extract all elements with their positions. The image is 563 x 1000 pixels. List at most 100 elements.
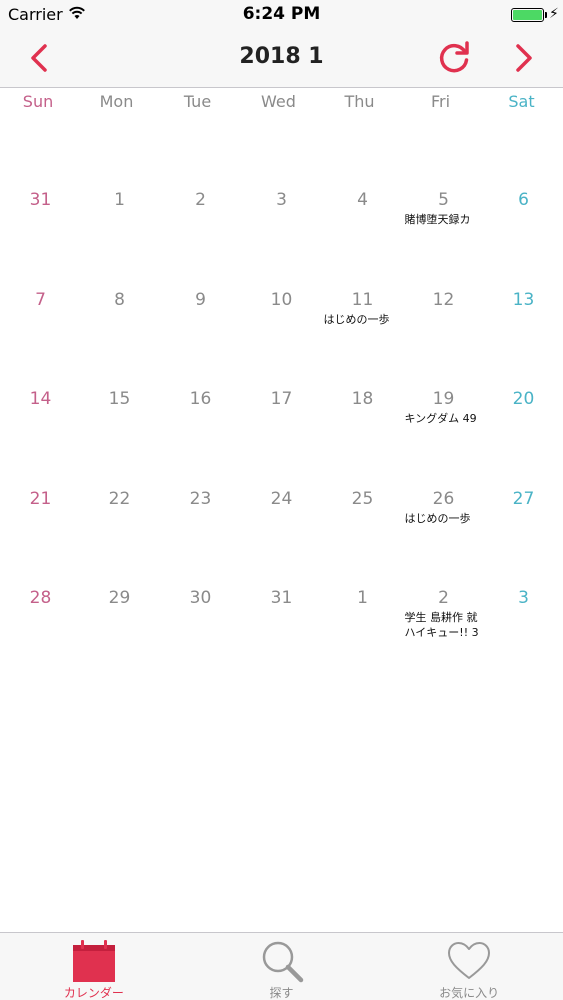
calendar-day[interactable]: 14 [0,387,81,411]
day-number: 26 [432,488,455,509]
calendar-day[interactable]: 16 [160,387,241,411]
day-number: 20 [512,389,535,409]
calendar-day[interactable]: 8 [79,288,160,312]
day-number: 15 [108,389,131,409]
day-number: 27 [512,488,535,509]
day-number: 31 [29,190,52,210]
release-event[interactable]: はじめの一歩 [324,312,402,327]
calendar-day[interactable]: 5 賭博堕天録カ [403,188,484,227]
day-number: 1 [357,588,368,608]
calendar-day[interactable]: 18 [322,387,403,411]
weekday-fri: Fri [430,92,451,111]
day-number: 6 [518,190,529,210]
weekday-sat: Sat [508,92,535,111]
calendar-day[interactable]: 3 [483,586,563,610]
calendar-week: 7 8 9 10 11 はじめの一歩 12 13 [0,288,563,388]
calendar-day[interactable]: 30 [160,586,241,610]
tab-bar: カレンダー 探す お気に入り [0,932,563,1000]
calendar-day[interactable]: 3 [241,188,322,212]
calendar-day[interactable]: 2 [160,188,241,212]
calendar-day[interactable]: 28 [0,586,81,610]
calendar-grid: 31 1 2 3 4 5 賭博堕天録カ 6 7 8 9 10 11 はじめの一歩 12 13 14 15 16 17 1… [0,188,563,686]
calendar-day[interactable]: 6 [483,188,563,212]
calendar-day[interactable]: 1 [79,188,160,212]
status-time: 6:24 PM [242,4,321,24]
tab-favorites-label: お気に入り [439,986,500,1000]
tab-search-label: 探す [269,986,294,1000]
calendar-day[interactable]: 23 [160,487,241,511]
calendar-day[interactable]: 1 [322,586,403,610]
day-number: 12 [432,289,455,310]
day-number: 16 [189,389,212,409]
day-number: 3 [518,588,529,608]
calendar-week: 28 29 30 31 1 2 学生 島耕作 就ハイキュー!! 3 3 [0,586,563,686]
calendar-day[interactable]: 9 [160,288,241,312]
calendar-icon [72,940,115,982]
day-number: 18 [351,389,374,409]
calendar-day[interactable]: 29 [79,586,160,610]
search-icon [262,941,303,983]
calendar-day[interactable]: 20 [483,387,563,411]
calendar-day[interactable]: 24 [241,487,322,511]
day-number: 31 [270,588,293,608]
weekday-tue: Tue [183,92,212,111]
weekday-mon: Mon [99,92,134,111]
calendar-day[interactable]: 21 [0,487,81,511]
calendar-week: 21 22 23 24 25 26 はじめの一歩 27 [0,487,563,587]
day-number: 1 [114,190,125,210]
release-event[interactable]: はじめの一歩 [405,511,483,526]
calendar-day[interactable]: 31 [241,586,322,610]
calendar-day[interactable]: 11 はじめの一歩 [322,288,403,327]
release-event[interactable]: 学生 島耕作 就 [405,610,483,625]
day-number: 10 [270,289,293,310]
refresh-button[interactable] [434,38,474,78]
day-number: 8 [114,289,125,310]
day-number: 2 [195,190,206,210]
calendar-day[interactable]: 7 [0,288,81,312]
day-number: 24 [270,488,293,509]
calendar-day[interactable]: 10 [241,288,322,312]
weekday-sun: Sun [22,92,54,111]
day-number: 28 [29,588,52,608]
day-number: 19 [432,389,455,409]
calendar-week: 31 1 2 3 4 5 賭博堕天録カ 6 [0,188,563,288]
calendar-day[interactable]: 13 [483,288,563,312]
calendar-day[interactable]: 15 [79,387,160,411]
tab-calendar[interactable]: カレンダー [0,933,188,1000]
release-event[interactable]: キングダム 49 [405,411,483,426]
battery-nub [545,12,547,18]
calendar-day[interactable]: 17 [241,387,322,411]
heart-icon [448,942,491,979]
calendar-day[interactable]: 12 [403,288,484,312]
day-number: 9 [195,289,206,310]
day-number: 30 [189,588,212,608]
calendar-day[interactable]: 19 キングダム 49 [403,387,484,426]
day-number: 17 [270,389,293,409]
day-number: 29 [108,588,131,608]
calendar-day[interactable]: 22 [79,487,160,511]
calendar-day[interactable]: 25 [322,487,403,511]
tab-calendar-label: カレンダー [63,986,124,1000]
calendar-day[interactable]: 26 はじめの一歩 [403,487,484,526]
day-number: 2 [438,588,449,608]
calendar-day[interactable]: 2 学生 島耕作 就ハイキュー!! 3 [403,586,484,640]
release-event[interactable]: 賭博堕天録カ [405,212,483,227]
tab-favorites[interactable]: お気に入り [375,933,563,1000]
weekday-header: Sun Mon Tue Wed Thu Fri Sat [0,92,563,118]
nav-bar: 2018 1 [0,30,563,88]
day-number: 23 [189,488,212,509]
next-month-button[interactable] [505,40,541,76]
calendar-day[interactable]: 31 [0,188,81,212]
calendar-day[interactable]: 27 [483,487,563,511]
weekday-wed: Wed [261,92,296,111]
calendar-week: 14 15 16 17 18 19 キングダム 49 20 [0,387,563,487]
chevron-right-icon [516,44,532,72]
calendar-day[interactable]: 4 [322,188,403,212]
day-number: 21 [29,488,52,509]
day-number: 5 [438,190,449,210]
battery-icon [511,8,544,22]
tab-search[interactable]: 探す [188,933,376,1000]
release-event[interactable]: ハイキュー!! 3 [405,625,483,640]
day-number: 14 [29,389,52,409]
refresh-icon [439,41,469,73]
